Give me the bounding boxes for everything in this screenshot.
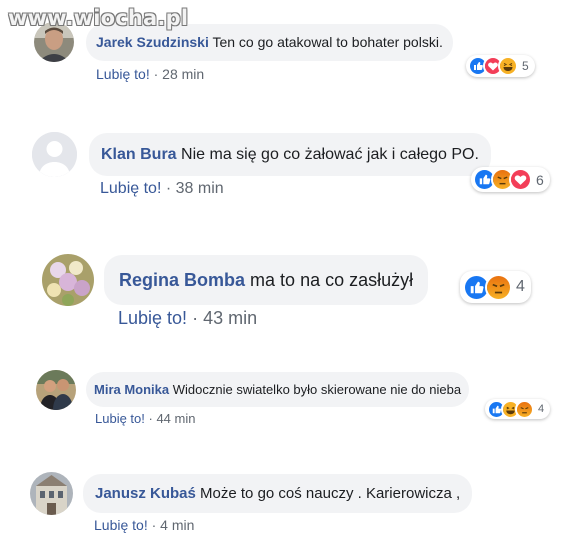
angry-icon — [515, 399, 534, 419]
comment-time[interactable]: · 4 min — [152, 517, 195, 533]
comment-author[interactable]: Regina Bomba — [119, 270, 245, 290]
like-link[interactable]: Lubię to! — [118, 308, 187, 328]
like-link[interactable]: Lubię to! — [94, 517, 148, 533]
comment-time[interactable]: · 28 min — [154, 66, 205, 82]
comment-time[interactable]: · 44 min — [149, 411, 196, 426]
comment-meta: Lubię to! · 44 min — [95, 411, 195, 426]
comment-meta: Lubię to! · 4 min — [94, 517, 194, 533]
comment-time[interactable]: · 43 min — [192, 308, 257, 328]
comment-bubble: Mira Monika Widocznie swiatelko było ski… — [86, 372, 470, 407]
like-link[interactable]: Lubię to! — [96, 66, 150, 82]
comment-author[interactable]: Janusz Kubaś — [95, 485, 196, 502]
angry-icon — [485, 273, 512, 301]
reactions-summary[interactable]: 5 — [466, 55, 535, 77]
comment-meta: Lubię to! · 38 min — [100, 180, 224, 198]
comment-time[interactable]: · 38 min — [166, 180, 224, 197]
like-link[interactable]: Lubię to! — [95, 411, 145, 426]
default-avatar-icon — [32, 132, 77, 177]
comment-bubble: Janusz Kubaś Może to go coś nauczy . Kar… — [83, 474, 473, 513]
haha-icon — [498, 56, 518, 76]
comment-author[interactable]: Jarek Szudzinski — [96, 34, 209, 50]
reactions-summary[interactable]: 6 — [471, 167, 550, 192]
avatar[interactable] — [36, 370, 76, 410]
reactions-summary[interactable]: 4 — [460, 271, 531, 303]
reaction-count: 5 — [522, 59, 529, 73]
love-icon — [509, 168, 532, 191]
comment-text: Ten co go atakowal to bohater polski. — [212, 34, 443, 50]
avatar[interactable] — [32, 132, 77, 177]
reaction-count: 4 — [538, 403, 545, 415]
comment-bubble: Klan Bura Nie ma się go co żałować jak i… — [89, 133, 491, 176]
like-link[interactable]: Lubię to! — [100, 180, 161, 197]
flowers-photo-icon — [42, 254, 94, 306]
comment-author[interactable]: Klan Bura — [101, 146, 177, 163]
comment-bubble: Regina Bomba ma to na co zasłużył — [104, 255, 429, 305]
avatar[interactable] — [30, 472, 73, 515]
avatar[interactable] — [42, 254, 94, 306]
comment-text: Widocznie swiatelko było skierowane nie … — [172, 382, 462, 397]
reaction-count: 6 — [536, 171, 544, 188]
facebook-comments-screenshot: www.wiocha.pl Jarek Szudzinski Ten co go… — [0, 0, 567, 534]
reaction-count: 4 — [516, 278, 525, 295]
comment-text: ma to na co zasłużył — [250, 270, 414, 290]
comment-meta: Lubię to! · 43 min — [118, 308, 257, 329]
comment-author[interactable]: Mira Monika — [94, 382, 169, 397]
site-watermark: www.wiocha.pl — [8, 6, 189, 30]
comment-text: Może to go coś nauczy . Karierowicza , — [200, 485, 461, 502]
couple-photo-icon — [36, 370, 76, 410]
building-photo-icon — [30, 472, 73, 515]
comment-meta: Lubię to! · 28 min — [96, 66, 204, 82]
reactions-summary[interactable]: 4 — [485, 399, 551, 419]
comment-text: Nie ma się go co żałować jak i całego PO… — [181, 146, 479, 163]
